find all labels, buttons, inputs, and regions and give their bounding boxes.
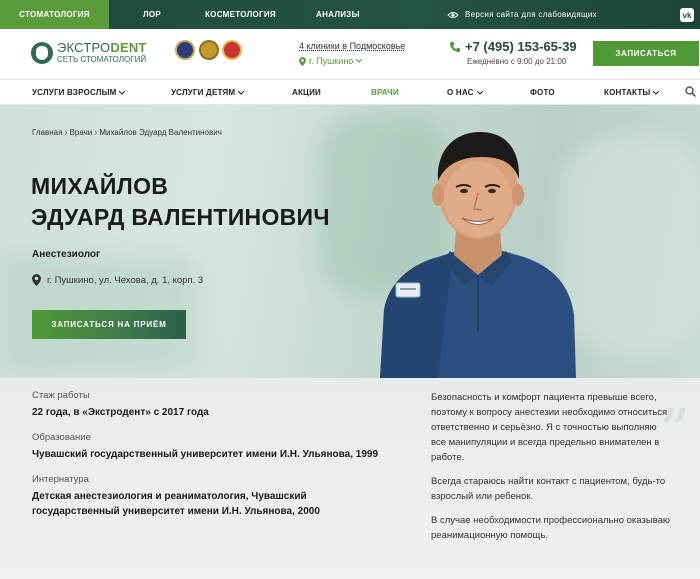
topbar-tab-cosmetology[interactable]: КОСМЕТОЛОГИЯ bbox=[205, 0, 276, 29]
phone-icon bbox=[450, 41, 460, 52]
education-value: Чувашский государственный университет им… bbox=[32, 449, 379, 460]
award-medal-icon bbox=[201, 42, 217, 58]
city-label: г. Пушкино bbox=[309, 56, 354, 66]
nav-about[interactable]: О НАС bbox=[447, 80, 483, 105]
doctor-hero: Главная › Врачи › Михайлов Эдуард Валент… bbox=[0, 105, 700, 378]
phone-number: +7 (495) 153-65-39 bbox=[465, 39, 577, 54]
nav-child-services[interactable]: УСЛУГИ ДЕТЯМ bbox=[171, 80, 245, 105]
nav-adult-services[interactable]: УСЛУГИ ВЗРОСЛЫМ bbox=[32, 80, 126, 105]
quote-paragraph: Безопасность и комфорт пациента превыше … bbox=[431, 392, 668, 463]
location-pin-icon bbox=[299, 56, 306, 66]
nav-photo[interactable]: ФОТО bbox=[530, 80, 555, 105]
internship-label: Интернатура bbox=[32, 474, 89, 485]
doctor-name: МИХАЙЛОВ ЭДУАРД ВАЛЕНТИНОВИЧ bbox=[31, 171, 330, 233]
accessibility-link[interactable]: Версия сайта для слабовидящих bbox=[447, 0, 597, 29]
working-hours: Ежедневно с 9:00 до 21:00 bbox=[467, 57, 567, 66]
accessibility-label: Версия сайта для слабовидящих bbox=[465, 10, 597, 19]
location-pin-icon bbox=[32, 274, 41, 286]
book-appointment-button[interactable]: ЗАПИСАТЬСЯ НА ПРИЁМ bbox=[32, 310, 186, 339]
education-label: Образование bbox=[32, 432, 91, 443]
address-text: г. Пушкино, ул. Чехова, д. 1, корп. 3 bbox=[47, 274, 204, 286]
main-nav: УСЛУГИ ВЗРОСЛЫМ УСЛУГИ ДЕТЯМ АКЦИИ ВРАЧИ… bbox=[0, 80, 700, 105]
chevron-down-icon bbox=[653, 90, 660, 95]
doctor-quote: Безопасность и комфорт пациента превыше … bbox=[431, 390, 671, 552]
chevron-down-icon bbox=[476, 90, 483, 95]
book-button[interactable]: ЗАПИСАТЬСЯ bbox=[593, 41, 699, 66]
city-selector[interactable]: г. Пушкино bbox=[299, 56, 405, 66]
nav-contacts[interactable]: КОНТАКТЫ bbox=[604, 80, 660, 105]
phone-link[interactable]: +7 (495) 153-65-39 bbox=[449, 39, 577, 54]
quote-paragraph: В случае необходимости профессионально о… bbox=[431, 515, 670, 541]
award-badge-icon bbox=[177, 42, 193, 58]
clinics-link[interactable]: 4 клиники в Подмосковье bbox=[299, 41, 405, 51]
experience-value: 22 года, в «Экстродент» с 2017 года bbox=[32, 407, 209, 418]
doctor-specialty: Анестезиолог bbox=[32, 249, 101, 260]
site-header: ЭКСТРОDENT СЕТЬ СТОМАТОЛОГИЙ 4 клиники в… bbox=[0, 29, 700, 80]
topbar-tab-dentistry[interactable]: СТОМАТОЛОГИЯ bbox=[0, 0, 109, 29]
doctor-given-names: ЭДУАРД ВАЛЕНТИНОВИЧ bbox=[31, 204, 330, 230]
vk-icon[interactable]: vk bbox=[680, 8, 694, 22]
nav-promotions[interactable]: АКЦИИ bbox=[292, 80, 321, 105]
top-bar: СТОМАТОЛОГИЯ ЛОР КОСМЕТОЛОГИЯ АНАЛИЗЫ Ве… bbox=[0, 0, 700, 29]
clinics-selector[interactable]: 4 клиники в Подмосковье г. Пушкино bbox=[299, 41, 405, 66]
doctor-photo bbox=[380, 131, 576, 378]
chevron-down-icon bbox=[356, 59, 363, 63]
doctor-details: Стаж работы 22 года, в «Экстродент» с 20… bbox=[32, 390, 392, 531]
logo-name: ЭКСТРОDENT bbox=[57, 40, 147, 55]
doctor-surname: МИХАЙЛОВ bbox=[31, 173, 169, 199]
logo[interactable]: ЭКСТРОDENT СЕТЬ СТОМАТОЛОГИЙ bbox=[31, 41, 147, 64]
clinic-address: г. Пушкино, ул. Чехова, д. 1, корп. 3 bbox=[32, 274, 203, 286]
chevron-down-icon bbox=[119, 90, 126, 95]
chevron-down-icon bbox=[238, 90, 245, 95]
quote-mark-icon: ” bbox=[659, 397, 690, 467]
award-seal-icon bbox=[224, 42, 240, 58]
tooth-logo-icon bbox=[31, 41, 53, 64]
eye-icon bbox=[447, 11, 459, 18]
topbar-tab-tests[interactable]: АНАЛИЗЫ bbox=[316, 0, 360, 29]
nav-doctors[interactable]: ВРАЧИ bbox=[371, 80, 399, 105]
search-icon[interactable] bbox=[685, 86, 696, 97]
doctor-info-section: Стаж работы 22 года, в «Экстродент» с 20… bbox=[0, 378, 700, 579]
internship-value: Детская анестезиология и реаниматология,… bbox=[32, 491, 320, 517]
logo-subtitle: СЕТЬ СТОМАТОЛОГИЙ bbox=[57, 55, 147, 64]
quote-paragraph: Всегда стараюсь найти контакт с пациенто… bbox=[431, 476, 666, 502]
breadcrumb[interactable]: Главная › Врачи › Михайлов Эдуард Валент… bbox=[32, 128, 222, 137]
topbar-tab-ent[interactable]: ЛОР bbox=[143, 0, 161, 29]
experience-label: Стаж работы bbox=[32, 390, 90, 401]
